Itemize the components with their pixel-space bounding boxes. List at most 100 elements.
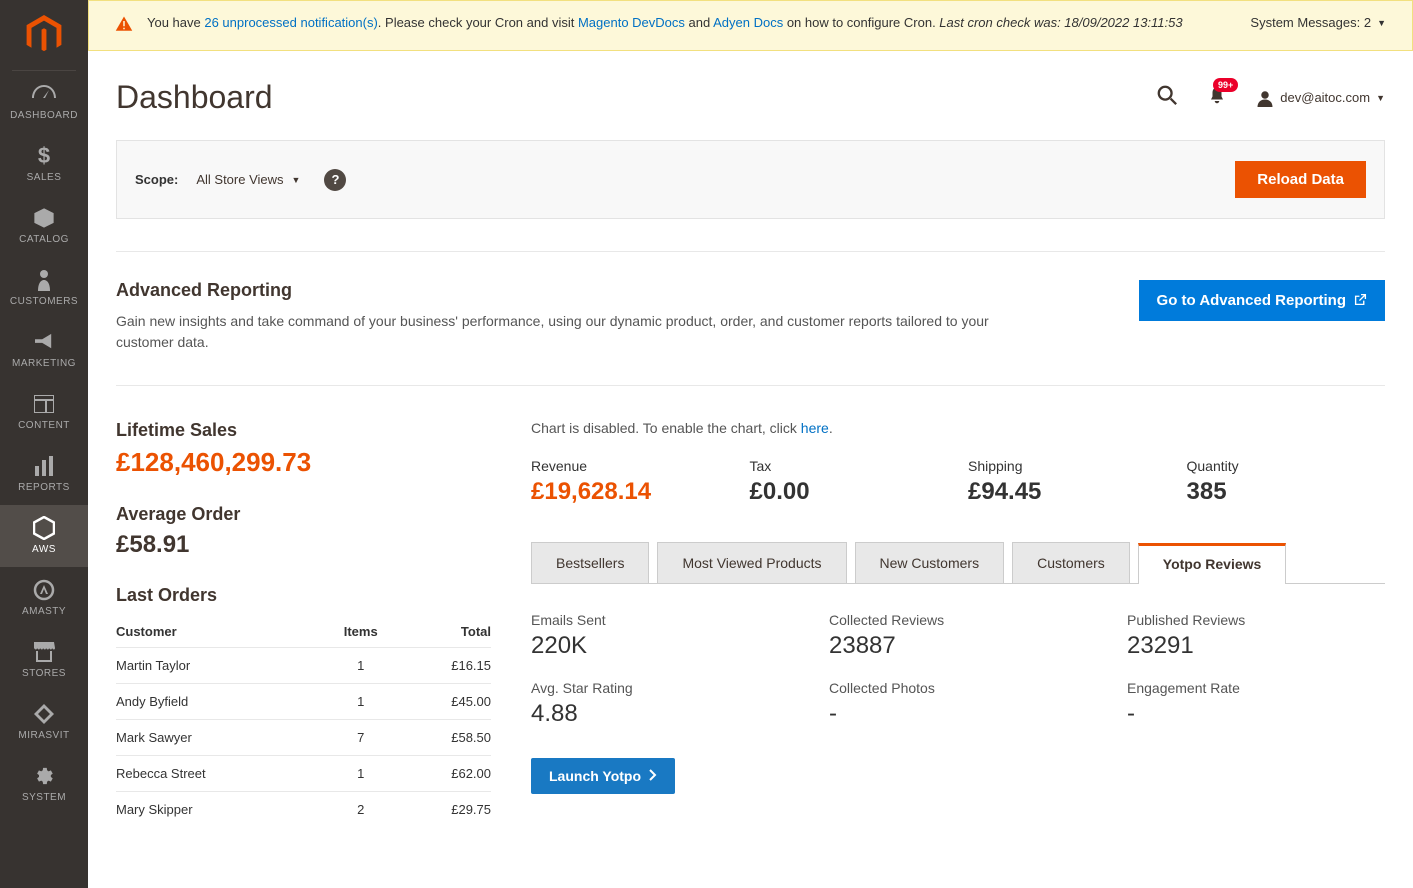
summary-value: 385: [1187, 478, 1386, 506]
magento-logo[interactable]: [0, 0, 88, 70]
col-items: Items: [322, 616, 400, 648]
page-header: Dashboard 99+ dev@aitoc.com ▼: [116, 51, 1385, 140]
table-row[interactable]: Martin Taylor1£16.15: [116, 648, 491, 684]
nav-stores[interactable]: STORES: [12, 629, 76, 691]
nav-mirasvit[interactable]: MIRASVIT: [12, 691, 76, 753]
metric-label: Emails Sent: [531, 612, 789, 628]
external-link-icon: [1354, 293, 1367, 309]
order-customer: Martin Taylor: [116, 648, 322, 684]
scope-bar: Scope: All Store Views▼ ? Reload Data: [116, 140, 1385, 219]
summary-value: £0.00: [750, 478, 949, 506]
account-menu[interactable]: dev@aitoc.com ▼: [1256, 89, 1385, 107]
nav-amasty[interactable]: AMASTY: [12, 567, 76, 629]
diamond-icon: [33, 703, 55, 725]
dashboard-icon: [32, 83, 56, 105]
devdocs-link[interactable]: Magento DevDocs: [578, 15, 685, 30]
notifications-button[interactable]: 99+: [1208, 85, 1226, 111]
summary-label: Revenue: [531, 458, 730, 474]
megaphone-icon: [33, 331, 55, 353]
metric-engagement-rate: Engagement Rate-: [1127, 680, 1385, 728]
summary-label: Quantity: [1187, 458, 1386, 474]
nav-aws[interactable]: AWS: [0, 505, 88, 567]
sidebar: DASHBOARD $ SALES CATALOG CUSTOMERS MARKETING…: [0, 0, 88, 888]
yotpo-metrics: Emails Sent220KCollected Reviews23887Pub…: [531, 612, 1385, 728]
metric-label: Collected Reviews: [829, 612, 1087, 628]
order-customer: Andy Byfield: [116, 684, 322, 720]
average-order-label: Average Order: [116, 504, 491, 525]
chevron-down-icon: ▼: [292, 175, 301, 185]
search-icon[interactable]: [1156, 84, 1178, 112]
nav-catalog[interactable]: CATALOG: [12, 195, 76, 257]
nav-label: CATALOG: [19, 234, 69, 245]
summary-row: Revenue£19,628.14Tax£0.00Shipping£94.45Q…: [531, 458, 1385, 506]
scope-label: Scope:: [135, 172, 178, 187]
launch-yotpo-button[interactable]: Launch Yotpo: [531, 758, 675, 794]
advanced-reporting-desc: Gain new insights and take command of yo…: [116, 311, 1016, 353]
nav-label: DASHBOARD: [10, 110, 78, 121]
col-customer: Customer: [116, 616, 322, 648]
tab-new-customers[interactable]: New Customers: [855, 542, 1005, 583]
person-icon: [37, 269, 51, 291]
enable-chart-link[interactable]: here: [801, 420, 829, 436]
nav-content[interactable]: CONTENT: [12, 381, 76, 443]
nav-label: STORES: [22, 668, 66, 679]
nav-customers[interactable]: CUSTOMERS: [12, 257, 76, 319]
order-items: 1: [322, 648, 400, 684]
metric-value: -: [829, 700, 1087, 728]
dollar-icon: $: [37, 145, 51, 167]
help-icon[interactable]: ?: [324, 169, 346, 191]
order-items: 1: [322, 756, 400, 792]
metric-collected-reviews: Collected Reviews23887: [829, 612, 1087, 660]
summary-value: £94.45: [968, 478, 1167, 506]
metric-value: 23291: [1127, 632, 1385, 660]
summary-revenue: Revenue£19,628.14: [531, 458, 730, 506]
summary-quantity: Quantity 385: [1187, 458, 1386, 506]
notifications-link[interactable]: 26 unprocessed notification(s): [204, 15, 377, 30]
table-row[interactable]: Rebecca Street1£62.00: [116, 756, 491, 792]
notification-badge: 99+: [1213, 78, 1238, 92]
metric-label: Engagement Rate: [1127, 680, 1385, 696]
nav-sales[interactable]: $ SALES: [12, 133, 76, 195]
hex-icon: [33, 517, 55, 539]
nav-reports[interactable]: REPORTS: [12, 443, 76, 505]
adyendocs-link[interactable]: Adyen Docs: [713, 15, 783, 30]
chevron-down-icon: ▼: [1377, 18, 1386, 28]
order-customer: Mary Skipper: [116, 792, 322, 828]
lifetime-sales-label: Lifetime Sales: [116, 420, 491, 441]
amasty-icon: [33, 579, 55, 601]
nav-label: CUSTOMERS: [10, 296, 78, 307]
advanced-reporting-title: Advanced Reporting: [116, 280, 1099, 301]
nav-label: SALES: [27, 172, 62, 183]
order-items: 7: [322, 720, 400, 756]
reload-data-button[interactable]: Reload Data: [1235, 161, 1366, 198]
table-row[interactable]: Andy Byfield1£45.00: [116, 684, 491, 720]
average-order-value: £58.91: [116, 531, 491, 559]
tab-bar: BestsellersMost Viewed ProductsNew Custo…: [531, 542, 1385, 584]
table-row[interactable]: Mark Sawyer7£58.50: [116, 720, 491, 756]
nav-marketing[interactable]: MARKETING: [12, 319, 76, 381]
nav-label: MARKETING: [12, 358, 76, 369]
advanced-reporting-button[interactable]: Go to Advanced Reporting: [1139, 280, 1385, 321]
gear-icon: [33, 765, 55, 787]
nav-system[interactable]: SYSTEM: [12, 753, 76, 815]
banner-text: You have 26 unprocessed notification(s).…: [147, 13, 1236, 33]
system-message-banner: You have 26 unprocessed notification(s).…: [88, 0, 1413, 51]
tab-yotpo-reviews[interactable]: Yotpo Reviews: [1138, 543, 1287, 584]
table-row[interactable]: Mary Skipper2£29.75: [116, 792, 491, 828]
nav-dashboard[interactable]: DASHBOARD: [12, 71, 76, 133]
system-messages-toggle[interactable]: System Messages: 2▼: [1250, 15, 1386, 30]
tab-bestsellers[interactable]: Bestsellers: [531, 542, 649, 583]
page-title: Dashboard: [116, 79, 1156, 116]
user-icon: [1256, 89, 1274, 107]
store-icon: [33, 641, 55, 663]
metric-collected-photos: Collected Photos-: [829, 680, 1087, 728]
last-orders-title: Last Orders: [116, 585, 491, 606]
tab-most-viewed-products[interactable]: Most Viewed Products: [657, 542, 846, 583]
layout-icon: [34, 393, 54, 415]
order-total: £58.50: [400, 720, 491, 756]
tab-customers[interactable]: Customers: [1012, 542, 1130, 583]
scope-select[interactable]: All Store Views▼: [196, 172, 300, 187]
order-total: £16.15: [400, 648, 491, 684]
bars-icon: [34, 455, 54, 477]
chevron-down-icon: ▼: [1376, 93, 1385, 103]
